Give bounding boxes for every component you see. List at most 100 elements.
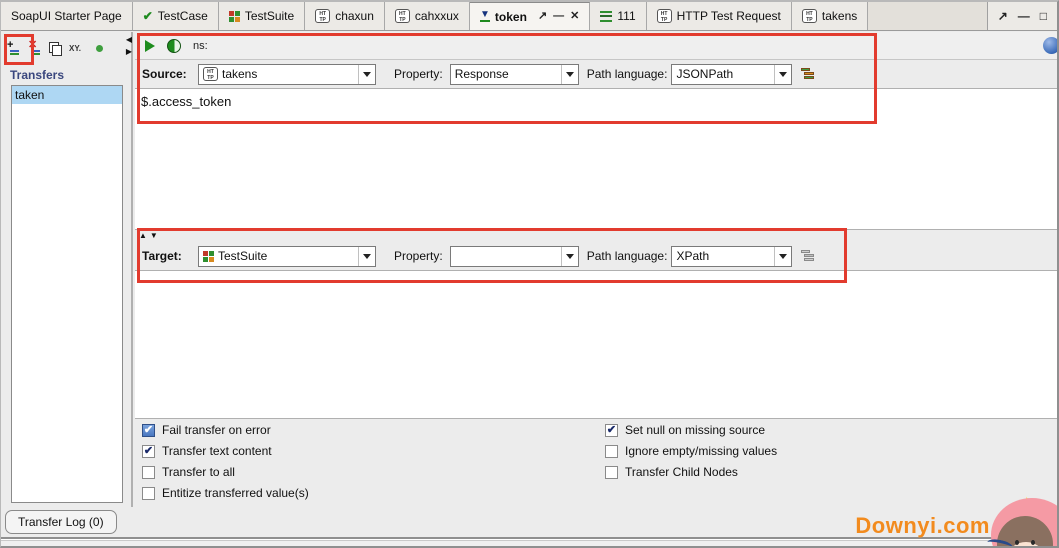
checkbox[interactable] — [142, 423, 155, 437]
target-path-language-select[interactable]: XPath — [671, 245, 793, 267]
target-property-label: Property: — [394, 249, 443, 263]
option-label: Entitize transferred value(s) — [162, 486, 309, 500]
collapse-right-icon[interactable]: ▶ — [126, 48, 132, 56]
tab-soapui-starter-page[interactable]: SoapUI Starter Page — [1, 2, 133, 30]
tab-label: chaxun — [335, 9, 374, 23]
option-transfer-text-content[interactable]: Transfer text content — [142, 443, 309, 459]
target-step-select[interactable]: TestSuite — [198, 245, 376, 267]
rename-transfer-button[interactable]: XY. — [69, 44, 81, 53]
tab-takens[interactable]: HT TP takens — [791, 2, 869, 30]
source-row: Source: HT TP takens Property: Response … — [135, 60, 1057, 88]
option-fail-transfer-on-error[interactable]: Fail transfer on error — [142, 422, 309, 438]
source-path-language-select[interactable]: JSONPath — [671, 63, 793, 85]
transfer-lines-icon — [10, 50, 19, 55]
restore-tab-icon[interactable]: ↗ — [538, 11, 547, 22]
document-tab-bar: SoapUI Starter Page ✔ TestCase TestSuite… — [1, 2, 1057, 31]
chevron-down-icon[interactable] — [358, 246, 375, 266]
tab-label: cahxxux — [414, 9, 459, 23]
options-left-column: Fail transfer on error Transfer text con… — [142, 422, 309, 501]
http-request-icon: HT TP — [203, 67, 218, 81]
collapse-left-icon[interactable]: ◀ — [126, 36, 132, 44]
target-property-select[interactable] — [449, 245, 579, 267]
editor-splitter[interactable]: ▲ ▼ — [135, 230, 1057, 242]
tab-label: 111 — [617, 9, 636, 23]
splitter-down-icon[interactable]: ▼ — [150, 232, 158, 240]
help-icon[interactable] — [1043, 37, 1057, 54]
source-property-select[interactable]: Response — [449, 63, 579, 85]
tab-cahxxux[interactable]: HT TP cahxxux — [384, 2, 470, 30]
source-expression-editor[interactable]: $.access_token — [135, 88, 1057, 230]
http-icon-text: TP — [207, 75, 214, 81]
watermark-text: Downyi.com — [855, 513, 990, 538]
run-transfer-icon[interactable] — [145, 39, 155, 52]
target-path-language-label: Path language: — [586, 249, 668, 263]
option-transfer-to-all[interactable]: Transfer to all — [142, 464, 309, 480]
transfers-list[interactable]: taken — [11, 85, 123, 503]
source-path-language-value: JSONPath — [676, 67, 734, 81]
option-label: Set null on missing source — [625, 423, 766, 437]
option-entitize-transferred-values[interactable]: Entitize transferred value(s) — [142, 485, 309, 501]
transfer-toolbar: ns: — [135, 32, 1057, 60]
source-expression: $.access_token — [141, 94, 232, 109]
chevron-down-icon[interactable] — [358, 64, 375, 84]
option-label: Transfer text content — [162, 444, 272, 458]
select-target-property-icon[interactable] — [801, 249, 815, 263]
tab-http-test-request[interactable]: HT TP HTTP Test Request — [646, 2, 792, 30]
minimize-window-icon[interactable]: — — [1018, 9, 1030, 23]
http-request-icon: HT TP — [801, 9, 817, 23]
tab-chaxun[interactable]: HT TP chaxun — [305, 2, 385, 30]
http-request-icon: HT TP — [315, 9, 331, 23]
copy-transfer-button[interactable] — [49, 42, 62, 56]
minimize-tab-icon[interactable]: — — [553, 11, 564, 22]
tab-111[interactable]: 111 — [590, 2, 647, 30]
transfers-heading: Transfers — [10, 68, 65, 82]
transfer-lines-icon — [31, 50, 40, 55]
chevron-down-icon[interactable] — [774, 64, 791, 84]
option-label: Transfer Child Nodes — [625, 465, 738, 479]
checkbox[interactable] — [142, 486, 155, 500]
chevron-down-icon[interactable] — [560, 64, 578, 84]
tab-testcase[interactable]: ✔ TestCase — [132, 2, 219, 30]
select-source-property-icon[interactable] — [801, 67, 815, 81]
source-step-select[interactable]: HT TP takens — [198, 63, 376, 85]
testcase-list-icon — [600, 10, 613, 22]
chevron-down-icon[interactable] — [560, 246, 578, 266]
delete-transfer-button[interactable]: ✕ — [28, 40, 40, 55]
transfer-log-tab[interactable]: Transfer Log (0) — [5, 510, 117, 534]
soapui-window: SoapUI Starter Page ✔ TestCase TestSuite… — [0, 0, 1059, 548]
target-path-language-value: XPath — [676, 249, 710, 263]
option-transfer-child-nodes[interactable]: Transfer Child Nodes — [605, 464, 777, 480]
namespace-label: ns: — [193, 39, 208, 52]
source-path-language-label: Path language: — [586, 67, 668, 81]
add-transfer-button[interactable]: + — [7, 40, 19, 55]
tab-testsuite[interactable]: TestSuite — [218, 2, 306, 30]
run-all-transfers-icon[interactable] — [167, 38, 181, 53]
option-label: Fail transfer on error — [162, 423, 271, 437]
target-expression-editor[interactable] — [135, 270, 1057, 419]
checkbox[interactable] — [605, 423, 618, 437]
http-icon-text: TP — [660, 17, 668, 23]
splitter-up-icon[interactable]: ▲ — [139, 232, 147, 240]
option-ignore-empty-missing-values[interactable]: Ignore empty/missing values — [605, 443, 777, 459]
chevron-down-icon[interactable] — [774, 246, 791, 266]
checkbox[interactable] — [605, 444, 618, 458]
tab-token-active[interactable]: ▼ token ↗ — ✕ — [469, 2, 591, 30]
transfer-options: Fail transfer on error Transfer text con… — [135, 419, 1057, 507]
tab-label: TestSuite — [244, 9, 295, 23]
option-label: Transfer to all — [162, 465, 235, 479]
http-request-icon: HT TP — [656, 9, 672, 23]
checkbox[interactable] — [605, 465, 618, 479]
transfer-list-item[interactable]: taken — [12, 86, 122, 104]
window-controls: ↗ — □ — [986, 2, 1057, 30]
testsuite-icon — [203, 250, 214, 262]
tab-label: SoapUI Starter Page — [11, 9, 122, 23]
tab-label: HTTP Test Request — [676, 9, 781, 23]
testcase-icon: ✔ — [142, 9, 153, 23]
close-tab-icon[interactable]: ✕ — [570, 11, 579, 22]
checkbox[interactable] — [142, 444, 155, 458]
option-set-null-on-missing-source[interactable]: Set null on missing source — [605, 422, 777, 438]
restore-window-icon[interactable]: ↗ — [998, 9, 1008, 23]
checkbox[interactable] — [142, 465, 155, 479]
maximize-window-icon[interactable]: □ — [1040, 9, 1047, 23]
sidebar-collapse-handle[interactable]: ◀ ▶ — [126, 36, 132, 56]
